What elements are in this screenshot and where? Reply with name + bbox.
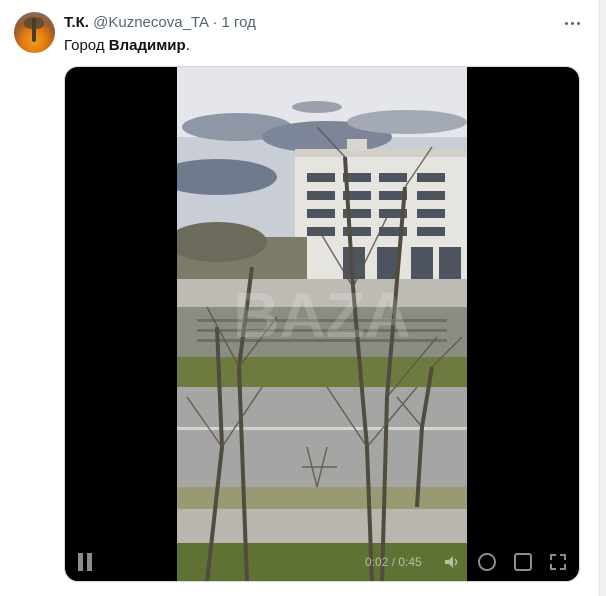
header-separator: · <box>212 14 218 31</box>
author-handle[interactable]: @Kuznecova_TA <box>93 14 208 31</box>
watermark-text: BAZA <box>233 279 411 351</box>
author-name[interactable]: Т.К. <box>64 14 89 31</box>
gear-icon[interactable] <box>478 553 496 571</box>
tweet-card[interactable]: Т.К. @Kuznecova_TA · 1 год Город Владими… <box>0 0 598 596</box>
video-player[interactable]: BAZA 0:02 / 0:45 <box>64 66 580 582</box>
pause-icon[interactable] <box>77 553 93 571</box>
tweet-text: Город Владимир. <box>64 36 190 56</box>
video-scene: BAZA <box>177 67 467 581</box>
popout-icon[interactable] <box>514 553 532 571</box>
tweet-header: Т.К. @Kuznecova_TA · 1 год <box>64 13 256 33</box>
fullscreen-icon[interactable] <box>549 553 567 571</box>
volume-icon[interactable] <box>443 553 461 571</box>
video-controls: 0:02 / 0:45 <box>65 541 579 581</box>
window-edge <box>599 0 606 596</box>
tweet-text-plain: Город <box>64 37 109 54</box>
avatar[interactable] <box>14 12 55 53</box>
tweet-text-bold[interactable]: Владимир <box>109 37 186 54</box>
tweet-text-end: . <box>185 37 190 54</box>
avatar-tree-trunk <box>32 18 36 42</box>
more-dots-icon[interactable] <box>561 13 583 33</box>
video-frame[interactable]: BAZA <box>177 67 467 581</box>
video-timecode: 0:02 / 0:45 <box>365 555 422 569</box>
tweet-time[interactable]: 1 год <box>222 14 256 31</box>
